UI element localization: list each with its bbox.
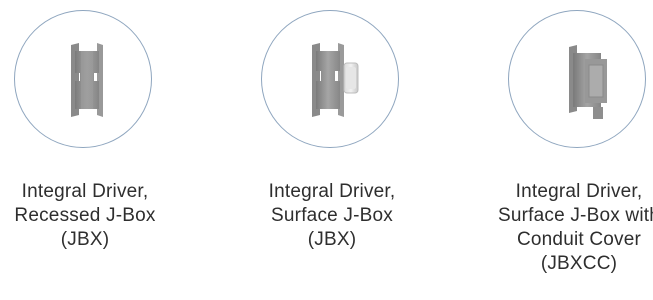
caption-line: (JBX)	[307, 229, 357, 250]
caption-line: Conduit Cover	[516, 229, 642, 250]
jbxcc-conduit-cover-icon	[569, 45, 607, 119]
option-recessed-jbox[interactable]: Integral Driver, Recessed J-Box (JBX)	[0, 0, 190, 300]
jbx-surface-driver-icon	[312, 43, 359, 117]
option-surface-jbox[interactable]: Integral Driver, Surface J-Box (JBX)	[237, 0, 437, 300]
caption-line: Surface J-Box with	[498, 205, 653, 226]
caption-line: Surface J-Box	[271, 205, 393, 226]
caption-line: Integral Driver,	[268, 181, 396, 202]
driver-options-row: Integral Driver, Recessed J-Box (JBX) In…	[0, 0, 653, 300]
option-surface-jbox-conduit-cover[interactable]: Integral Driver, Surface J-Box with Cond…	[484, 0, 653, 300]
option-caption: Integral Driver, Surface J-Box (JBX)	[237, 180, 427, 252]
caption-line: Recessed J-Box	[14, 205, 156, 226]
option-image-circle[interactable]	[14, 10, 152, 148]
option-caption: Integral Driver, Surface J-Box with Cond…	[484, 180, 653, 276]
caption-line: (JBX)	[60, 229, 110, 250]
jbx-recessed-driver-icon	[71, 43, 103, 117]
caption-line: (JBXCC)	[540, 253, 618, 274]
caption-line: Integral Driver,	[515, 181, 643, 202]
option-caption: Integral Driver, Recessed J-Box (JBX)	[0, 180, 180, 252]
option-image-circle[interactable]	[261, 10, 399, 148]
caption-line: Integral Driver,	[21, 181, 149, 202]
option-image-circle[interactable]	[508, 10, 646, 148]
